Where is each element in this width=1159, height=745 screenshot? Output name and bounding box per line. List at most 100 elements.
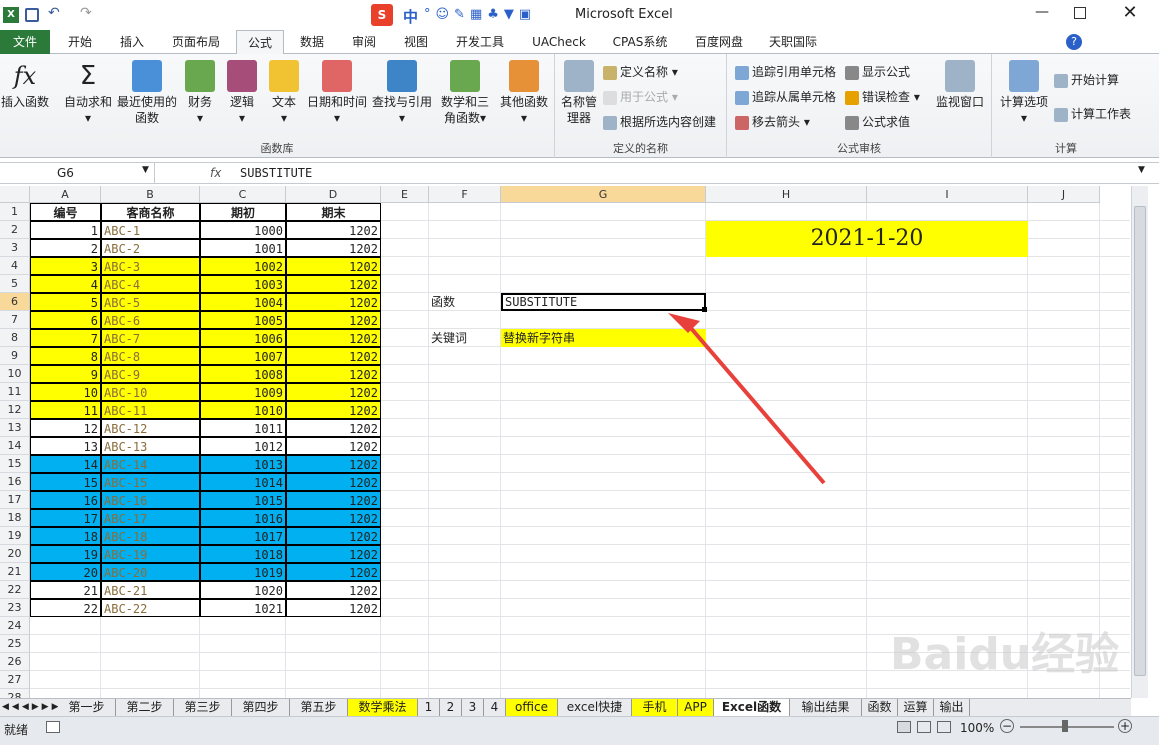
tab-formulas[interactable]: 公式 [236,30,284,55]
column-header-h[interactable]: H [706,186,867,203]
define-name-button[interactable]: 定义名称 ▾ [603,62,678,82]
cell-id[interactable]: 15 [30,473,101,491]
lookup-button[interactable]: 查找与引用 ▾ [370,60,434,126]
logical-button[interactable]: 逻辑 ▾ [222,60,262,126]
cell-customer-name[interactable]: ABC-18 [101,527,200,545]
create-from-selection-button[interactable]: 根据所选内容创建 [603,112,716,132]
show-formulas-button[interactable]: 显示公式 [845,62,910,82]
row-header-18[interactable]: 18 [0,509,30,527]
row-header-16[interactable]: 16 [0,473,30,491]
calculate-sheet-button[interactable]: 计算工作表 [1054,104,1131,124]
cell-opening[interactable]: 1021 [200,599,286,617]
sheet-tab[interactable]: APP [678,699,714,716]
cell-opening[interactable]: 1005 [200,311,286,329]
cell-id[interactable]: 19 [30,545,101,563]
macro-record-icon[interactable] [46,721,60,733]
view-pagebreak-icon[interactable] [937,721,951,733]
column-header-b[interactable]: B [101,186,200,203]
cell-opening[interactable]: 1012 [200,437,286,455]
cell-customer-name[interactable]: ABC-11 [101,401,200,419]
cell-id[interactable]: 2 [30,239,101,257]
header-closing[interactable]: 期末 [286,203,381,221]
cell-customer-name[interactable]: ABC-1 [101,221,200,239]
text-button[interactable]: 文本 ▾ [264,60,304,126]
zoom-out-button[interactable]: − [1000,719,1014,733]
sheet-tab[interactable]: office [506,699,558,716]
sheet-tab[interactable]: 第二步 [116,699,174,716]
cell-opening[interactable]: 1015 [200,491,286,509]
column-header-d[interactable]: D [286,186,381,203]
tab-developer[interactable]: 开发工具 [448,30,512,54]
row-header-3[interactable]: 3 [0,239,30,257]
column-header-i[interactable]: I [867,186,1028,203]
tab-file[interactable]: 文件 [0,30,50,54]
cell-opening[interactable]: 1020 [200,581,286,599]
cell-opening[interactable]: 1001 [200,239,286,257]
column-header-e[interactable]: E [381,186,429,203]
sheet-tab[interactable]: 手机 [632,699,678,716]
cell-opening[interactable]: 1004 [200,293,286,311]
label-keyword[interactable]: 关键词 [429,329,501,347]
name-box-dropdown-icon[interactable]: ▼ [142,165,149,175]
tab-insert[interactable]: 插入 [110,30,154,54]
zoom-level[interactable]: 100% [960,721,994,735]
date-cell[interactable]: 2021-1-20 [706,221,1028,257]
row-header-9[interactable]: 9 [0,347,30,365]
row-header-12[interactable]: 12 [0,401,30,419]
cell-customer-name[interactable]: ABC-21 [101,581,200,599]
cell-id[interactable]: 22 [30,599,101,617]
row-header-17[interactable]: 17 [0,491,30,509]
cell-opening[interactable]: 1016 [200,509,286,527]
undo-icon[interactable]: ↶ [48,5,60,21]
vertical-scrollbar[interactable] [1131,186,1148,698]
save-icon[interactable] [25,8,39,22]
remove-arrows-button[interactable]: 移去箭头 ▾ [735,112,810,132]
zoom-in-button[interactable]: + [1118,719,1132,733]
cell-closing[interactable]: 1202 [286,221,381,239]
cell-closing[interactable]: 1202 [286,311,381,329]
cell-opening[interactable]: 1007 [200,347,286,365]
row-header-22[interactable]: 22 [0,581,30,599]
cell-closing[interactable]: 1202 [286,545,381,563]
cell-id[interactable]: 9 [30,365,101,383]
recent-functions-button[interactable]: 最近使用的函数 [116,60,178,126]
sheet-tab[interactable]: 2 [440,699,462,716]
tab-tianzhi[interactable]: 天职国际 [762,30,824,54]
cell-customer-name[interactable]: ABC-6 [101,311,200,329]
cell-id[interactable]: 6 [30,311,101,329]
cell-closing[interactable]: 1202 [286,455,381,473]
header-id[interactable]: 编号 [30,203,101,221]
sheet-tab[interactable]: 4 [484,699,506,716]
row-header-27[interactable]: 27 [0,671,30,689]
cell-customer-name[interactable]: ABC-13 [101,437,200,455]
cell-closing[interactable]: 1202 [286,599,381,617]
cell-opening[interactable]: 1014 [200,473,286,491]
sheet-tab[interactable]: 第一步 [58,699,116,716]
cell-id[interactable]: 1 [30,221,101,239]
sheet-tab[interactable]: 第三步 [174,699,232,716]
cell-closing[interactable]: 1202 [286,257,381,275]
cell-id[interactable]: 13 [30,437,101,455]
cell-opening[interactable]: 1008 [200,365,286,383]
tab-uacheck[interactable]: UACheck [526,30,592,54]
cell-id[interactable]: 14 [30,455,101,473]
cell-closing[interactable]: 1202 [286,401,381,419]
calculate-now-button[interactable]: 开始计算 [1054,70,1119,90]
sheet-tab[interactable]: Excel函数 [714,699,790,716]
tab-view[interactable]: 视图 [396,30,436,54]
cell-id[interactable]: 18 [30,527,101,545]
cell-customer-name[interactable]: ABC-8 [101,347,200,365]
cell-customer-name[interactable]: ABC-22 [101,599,200,617]
row-header-5[interactable]: 5 [0,275,30,293]
cell-customer-name[interactable]: ABC-16 [101,491,200,509]
ime-toolbar-icons[interactable]: °☺✎▦♣▼▣ [424,7,536,22]
cell-customer-name[interactable]: ABC-14 [101,455,200,473]
cell-customer-name[interactable]: ABC-2 [101,239,200,257]
cell-customer-name[interactable]: ABC-3 [101,257,200,275]
close-button[interactable]: ✕ [1116,2,1144,23]
header-opening[interactable]: 期初 [200,203,286,221]
error-checking-button[interactable]: 错误检查 ▾ [845,87,920,107]
cell-closing[interactable]: 1202 [286,509,381,527]
view-layout-icon[interactable] [917,721,931,733]
trace-precedents-button[interactable]: 追踪引用单元格 [735,62,836,82]
